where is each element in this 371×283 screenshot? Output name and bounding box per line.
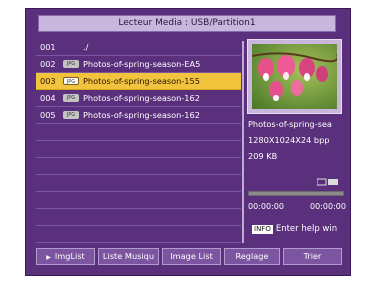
preview-resolution: 1280X1024X24 bpp: [248, 135, 330, 145]
list-scrollbar[interactable]: [242, 41, 244, 243]
button-label: Trier: [303, 251, 322, 261]
image-file-icon: JPG: [63, 77, 79, 85]
button-label: Reglage: [235, 251, 269, 261]
empty-row: [36, 141, 241, 158]
bottom-toolbar: ▶ ImgList Liste Musiqu Image List Reglage…: [36, 248, 342, 266]
settings-button[interactable]: Reglage: [224, 248, 280, 265]
music-list-button[interactable]: Liste Musiqu: [98, 248, 159, 265]
button-label: Liste Musiqu: [102, 251, 155, 261]
media-player-screen: Lecteur Media : USB/Partition1 001 ./ 00…: [25, 8, 351, 276]
file-list: 001 ./ 002 JPG Photos-of-spring-season-E…: [36, 39, 241, 245]
file-number: 004: [40, 93, 56, 103]
button-label: ImgList: [54, 251, 85, 261]
flower-photo-thumbnail: [252, 44, 337, 109]
file-row-001[interactable]: 001 ./: [36, 39, 241, 56]
file-name: Photos-of-spring-season-EA5: [83, 59, 201, 69]
file-number: 001: [40, 42, 56, 52]
file-name: Photos-of-spring-season-155: [83, 76, 200, 86]
image-file-icon: JPG: [63, 111, 79, 119]
preview-filesize: 209 KB: [248, 151, 278, 161]
empty-row: [36, 124, 241, 141]
time-elapsed: 00:00:00: [248, 202, 284, 211]
info-key-icon: INFO: [252, 225, 273, 234]
help-text: Enter help win: [275, 224, 338, 234]
window-title: Lecteur Media : USB/Partition1: [38, 15, 336, 32]
file-row-002[interactable]: 002 JPG Photos-of-spring-season-EA5: [36, 56, 241, 73]
preview-filename: Photos-of-spring-sea: [248, 119, 332, 129]
sort-button[interactable]: Trier: [283, 248, 342, 265]
empty-row: [36, 175, 241, 192]
media-status-icons: [316, 171, 339, 186]
file-number: 002: [40, 59, 56, 69]
imglist-button[interactable]: ▶ ImgList: [36, 248, 95, 265]
help-hint: INFO Enter help win: [252, 224, 337, 234]
file-row-004[interactable]: 004 JPG Photos-of-spring-season-162: [36, 90, 241, 107]
play-arrow-icon: ▶: [46, 254, 51, 261]
empty-row: [36, 192, 241, 209]
playback-progress-bar: [248, 191, 344, 196]
button-label: Image List: [170, 251, 213, 261]
file-row-005[interactable]: 005 JPG Photos-of-spring-season-162: [36, 107, 241, 124]
image-file-icon: JPG: [63, 60, 79, 68]
empty-row: [36, 209, 241, 226]
file-row-003-selected[interactable]: 003 JPG Photos-of-spring-season-155: [36, 73, 241, 90]
time-total: 00:00:00: [310, 202, 346, 211]
image-list-button[interactable]: Image List: [162, 248, 221, 265]
file-name: ./: [83, 42, 89, 52]
file-number: 005: [40, 110, 56, 120]
file-name: Photos-of-spring-season-162: [83, 93, 200, 103]
file-name: Photos-of-spring-season-162: [83, 110, 200, 120]
image-preview: [247, 39, 342, 114]
image-file-icon: JPG: [63, 94, 79, 102]
empty-row: [36, 158, 241, 175]
file-number: 003: [40, 76, 56, 86]
empty-row: [36, 226, 241, 243]
